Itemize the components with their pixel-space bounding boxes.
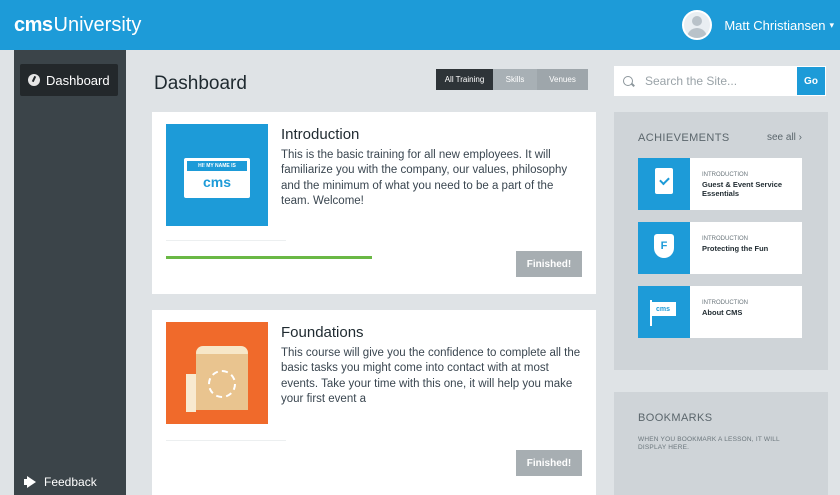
search-input[interactable] [645, 74, 785, 88]
course-description: This course will give you the confidence… [281, 347, 581, 406]
user-name: Matt Christiansen [724, 17, 826, 33]
achievements-panel: ACHIEVEMENTS see all › INTRODUCTION Gues… [614, 112, 828, 370]
achievement-badge[interactable]: INTRODUCTION Guest & Event Service Essen… [638, 158, 802, 210]
bookmarks-title: BOOKMARKS [638, 412, 713, 424]
course-progress-bar [166, 256, 372, 259]
search-go-button[interactable]: Go [797, 67, 825, 95]
divider [166, 240, 286, 241]
course-thumbnail[interactable]: HI! MY NAME IS cms [166, 124, 268, 226]
divider [166, 440, 286, 441]
course-title[interactable]: Foundations [281, 324, 364, 341]
tab-all-training[interactable]: All Training [436, 69, 493, 90]
achievement-icon: F [638, 222, 690, 274]
tab-skills[interactable]: Skills [493, 69, 537, 90]
sidebar-item-label: Dashboard [46, 72, 110, 88]
achievement-name: About CMS [702, 308, 743, 317]
training-filter-tabs: All Training Skills Venues [436, 69, 588, 90]
achievement-badge[interactable]: F INTRODUCTION Protecting the Fun [638, 222, 802, 274]
avatar[interactable] [682, 10, 713, 40]
clipboard-check-icon [655, 168, 673, 194]
info-icon [28, 74, 40, 86]
sidebar-item-dashboard[interactable]: Dashboard [20, 64, 118, 96]
course-status-button[interactable]: Finished! [516, 251, 582, 277]
name-tag-icon: HI! MY NAME IS cms [184, 158, 250, 198]
search-icon [623, 76, 633, 86]
ruler-icon [186, 374, 196, 412]
achievement-badge[interactable]: cms INTRODUCTION About CMS [638, 286, 802, 338]
brand-logo-mark: cms [14, 14, 53, 36]
flag-icon: cms [650, 302, 676, 316]
sidebar: Dashboard Feedback [14, 50, 126, 495]
achievement-name: Protecting the Fun [702, 244, 769, 253]
achievement-icon [638, 158, 690, 210]
brand-logo[interactable]: cms University [14, 15, 141, 35]
site-search: Go [614, 66, 826, 96]
page-title: Dashboard [154, 73, 247, 94]
top-bar: cms University Matt Christiansen ▾ [0, 0, 840, 50]
tab-venues[interactable]: Venues [537, 69, 588, 90]
name-tag-logo: cms [202, 174, 232, 190]
user-menu[interactable]: Matt Christiansen ▾ [682, 10, 834, 40]
shield-icon: F [654, 234, 674, 258]
course-status-button[interactable]: Finished! [516, 450, 582, 476]
achievement-name: Guest & Event Service Essentials [702, 180, 783, 198]
bookmarks-panel: BOOKMARKS WHEN YOU BOOKMARK A LESSON, IT… [614, 392, 828, 495]
achievement-kicker: INTRODUCTION [702, 172, 748, 178]
compass-arc [208, 370, 236, 398]
achievement-icon: cms [638, 286, 690, 338]
course-thumbnail[interactable] [166, 322, 268, 424]
bookmarks-empty-text: WHEN YOU BOOKMARK A LESSON, IT WILL DISP… [638, 436, 780, 451]
achievement-kicker: INTRODUCTION [702, 236, 748, 242]
name-tag-header: HI! MY NAME IS [187, 161, 247, 171]
feedback-label: Feedback [44, 475, 97, 489]
see-all-link[interactable]: see all › [767, 132, 802, 143]
course-title[interactable]: Introduction [281, 126, 359, 143]
brand-logo-text: University [53, 14, 142, 36]
chevron-down-icon[interactable]: ▾ [829, 20, 834, 31]
achievement-kicker: INTRODUCTION [702, 300, 748, 306]
blueprint-icon [178, 342, 250, 414]
course-description: This is the basic training for all new e… [281, 149, 568, 208]
achievements-title: ACHIEVEMENTS [638, 132, 730, 144]
megaphone-icon [24, 476, 38, 488]
course-card-introduction[interactable]: HI! MY NAME IS cms Introduction This is … [152, 112, 596, 294]
course-card-foundations[interactable]: Foundations This course will give you th… [152, 310, 596, 495]
feedback-button[interactable]: Feedback [24, 475, 97, 489]
course-progress-fill [166, 256, 372, 259]
